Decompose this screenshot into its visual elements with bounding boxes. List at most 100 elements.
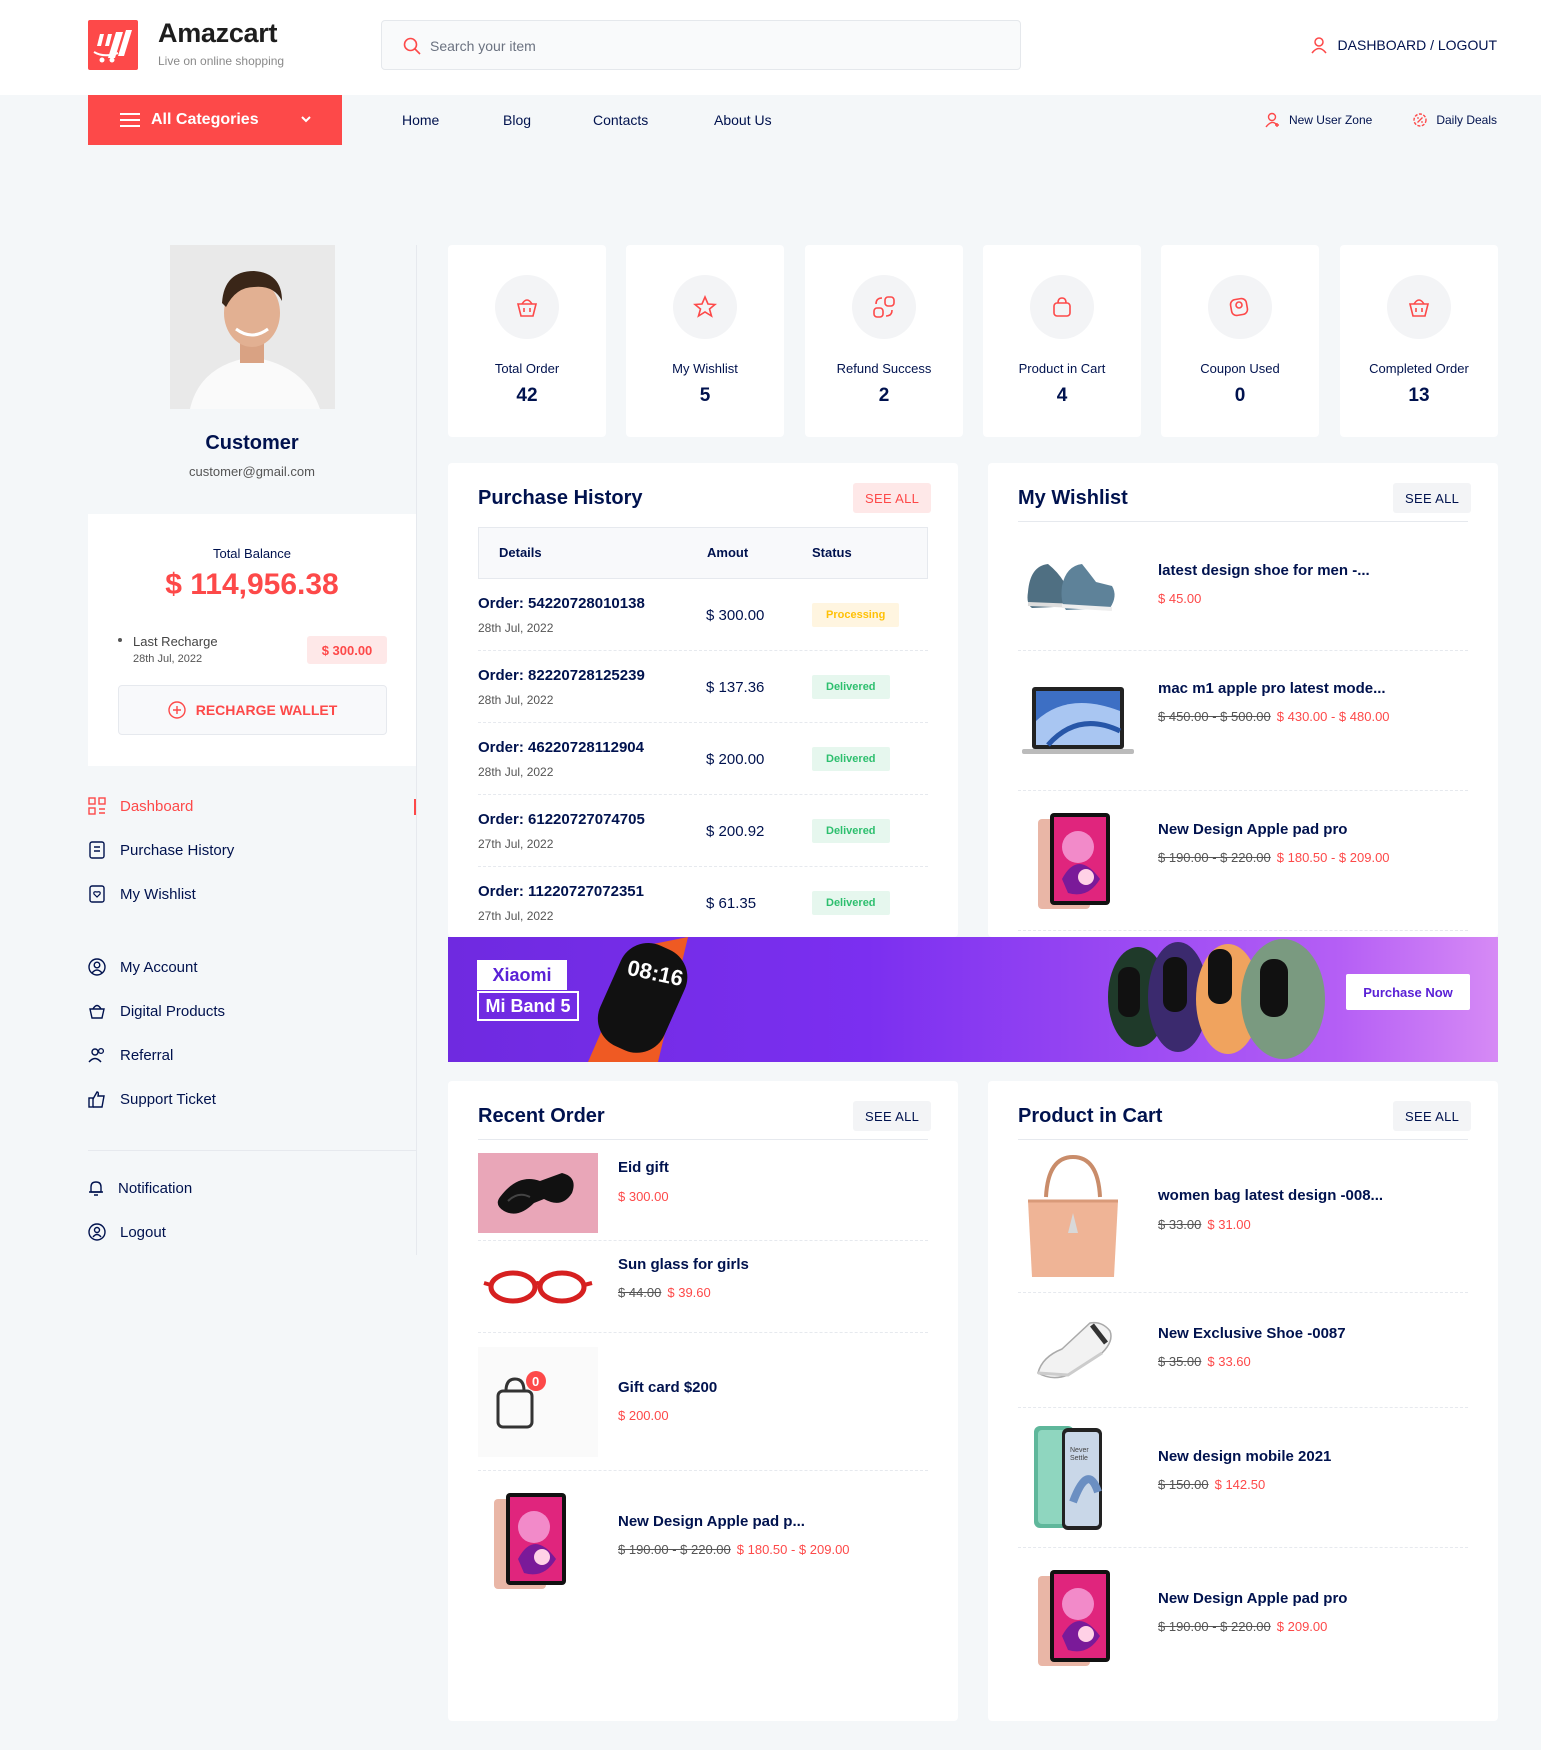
search-input[interactable]: [430, 33, 990, 59]
list-item[interactable]: New Design Apple pad pro $ 190.00 - $ 22…: [1018, 1548, 1468, 1688]
coupon-icon: [1208, 275, 1272, 339]
nav-home[interactable]: Home: [402, 95, 439, 145]
product-name[interactable]: Sun glass for girls: [618, 1256, 749, 1273]
price: $ 200.00: [618, 1408, 669, 1423]
product-price: $ 300.00: [618, 1189, 669, 1204]
see-all-button[interactable]: SEE ALL: [1393, 483, 1472, 513]
recharge-wallet-button[interactable]: RECHARGE WALLET: [118, 685, 387, 735]
nav-about-us[interactable]: About Us: [714, 95, 772, 145]
star-icon: [673, 275, 737, 339]
table-row[interactable]: Order: 11220727072351 27th Jul, 2022 $ 6…: [478, 867, 928, 939]
sidebar-item-label: My Wishlist: [120, 885, 196, 903]
nav-contacts[interactable]: Contacts: [593, 95, 648, 145]
list-item[interactable]: New Design Apple pad p... $ 190.00 - $ 2…: [478, 1471, 928, 1611]
product-name[interactable]: New Design Apple pad pro: [1158, 821, 1347, 838]
search-box[interactable]: [381, 20, 1021, 70]
product-thumbnail[interactable]: Never Settle: [1018, 1422, 1128, 1532]
order-amount: $ 300.00: [706, 607, 765, 624]
brand-logo[interactable]: [88, 20, 138, 70]
sidebar-item-referral[interactable]: Referral: [88, 1046, 173, 1064]
table-row[interactable]: Order: 54220728010138 28th Jul, 2022 $ 3…: [478, 579, 928, 651]
list-item[interactable]: Sun glass for girls $ 44.00 $ 39.60: [478, 1241, 928, 1333]
product-name[interactable]: mac m1 apple pro latest mode...: [1158, 680, 1386, 697]
product-name[interactable]: New Exclusive Shoe -0087: [1158, 1325, 1346, 1342]
old-price: $ 190.00 - $ 220.00: [618, 1542, 731, 1557]
sidebar-item-logout[interactable]: Logout: [88, 1223, 166, 1241]
product-thumbnail[interactable]: [478, 1251, 598, 1321]
product-name[interactable]: latest design shoe for men -...: [1158, 562, 1370, 579]
banner-title-line2: Mi Band 5: [477, 991, 579, 1021]
product-thumbnail[interactable]: [1018, 681, 1138, 761]
old-price: $ 35.00: [1158, 1354, 1202, 1369]
price: $ 45.00: [1158, 591, 1202, 606]
product-thumbnail[interactable]: [1018, 549, 1128, 625]
list-item[interactable]: mac m1 apple pro latest mode... $ 450.00…: [1018, 651, 1468, 791]
customer-name: Customer: [205, 432, 299, 454]
see-all-button[interactable]: SEE ALL: [853, 1101, 932, 1131]
panel-title: Product in Cart: [1018, 1105, 1163, 1127]
stat-value: 5: [699, 385, 711, 406]
stat-card-my-wishlist[interactable]: My Wishlist 5: [626, 245, 784, 437]
stat-card-refund-success[interactable]: Refund Success 2: [805, 245, 963, 437]
sidebar-item-dashboard[interactable]: Dashboard: [88, 797, 193, 815]
daily-deals-link[interactable]: Daily Deals: [1412, 112, 1497, 128]
table-row[interactable]: Order: 61220727074705 27th Jul, 2022 $ 2…: [478, 795, 928, 867]
product-thumbnail[interactable]: [478, 1153, 598, 1233]
new-user-zone-link[interactable]: New User Zone: [1265, 112, 1372, 128]
list-item[interactable]: Eid gift $ 300.00: [478, 1145, 928, 1241]
product-name[interactable]: Gift card $200: [618, 1379, 717, 1396]
product-thumbnail[interactable]: [1018, 809, 1138, 913]
sidebar-item-my-wishlist[interactable]: My Wishlist: [88, 885, 196, 903]
stat-card-product-in-cart[interactable]: Product in Cart 4: [983, 245, 1141, 437]
sidebar-item-support-ticket[interactable]: Support Ticket: [88, 1090, 216, 1108]
avatar[interactable]: [170, 245, 335, 409]
nav-blog[interactable]: Blog: [503, 95, 531, 145]
list-item[interactable]: women bag latest design -008... $ 33.00 $…: [1018, 1145, 1468, 1293]
product-name[interactable]: women bag latest design -008...: [1158, 1187, 1383, 1204]
stat-value: 42: [516, 385, 538, 406]
status-badge: Processing: [812, 603, 900, 627]
price: $ 430.00 - $ 480.00: [1276, 709, 1390, 724]
stat-label: Product in Cart: [1018, 361, 1106, 376]
product-thumbnail[interactable]: [478, 1489, 598, 1593]
dashboard-logout-link[interactable]: DASHBOARD / LOGOUT: [1310, 36, 1497, 54]
see-all-button[interactable]: SEE ALL: [853, 483, 932, 513]
product-thumbnail[interactable]: [1018, 1153, 1128, 1287]
brand-name[interactable]: Amazcart: [158, 18, 277, 49]
product-name[interactable]: New design mobile 2021: [1158, 1448, 1331, 1465]
basket-icon: [1387, 275, 1451, 339]
list-item[interactable]: New Exclusive Shoe -0087 $ 35.00 $ 33.60: [1018, 1293, 1468, 1408]
product-price: $ 33.00 $ 31.00: [1158, 1217, 1251, 1232]
list-item[interactable]: New Design Apple pad pro $ 190.00 - $ 22…: [1018, 791, 1468, 931]
promo-banner[interactable]: Xiaomi Mi Band 5 08:16 Purchase Now: [448, 937, 1498, 1062]
table-row[interactable]: Order: 82220728125239 28th Jul, 2022 $ 1…: [478, 651, 928, 723]
list-item[interactable]: Never Settle New design mobile 2021 $ 150…: [1018, 1408, 1468, 1548]
product-name[interactable]: New Design Apple pad pro: [1158, 1590, 1347, 1607]
list-item[interactable]: 0 Gift card $200 $ 200.00: [478, 1333, 928, 1471]
basket-icon: [495, 275, 559, 339]
list-item[interactable]: latest design shoe for men -... $ 45.00: [1018, 527, 1468, 651]
new-user-zone-label: New User Zone: [1288, 113, 1373, 127]
column-header: Status: [812, 545, 852, 560]
product-thumbnail[interactable]: [1018, 1566, 1138, 1670]
stat-card-total-order[interactable]: Total Order 42: [448, 245, 606, 437]
product-thumbnail[interactable]: 0: [478, 1347, 598, 1457]
purchase-now-button[interactable]: Purchase Now: [1346, 974, 1470, 1010]
search-icon[interactable]: [402, 36, 422, 56]
sidebar-item-digital-products[interactable]: Digital Products: [88, 1002, 225, 1020]
active-indicator: [414, 799, 416, 815]
order-date: 27th Jul, 2022: [478, 909, 554, 923]
sidebar-item-my-account[interactable]: My Account: [88, 958, 198, 976]
all-categories-button[interactable]: All Categories: [88, 95, 342, 145]
product-name[interactable]: New Design Apple pad p...: [618, 1513, 805, 1530]
sidebar-item-notification[interactable]: Notification: [88, 1179, 192, 1197]
stat-card-coupon-used[interactable]: Coupon Used 0: [1161, 245, 1319, 437]
table-row[interactable]: Order: 46220728112904 28th Jul, 2022 $ 2…: [478, 723, 928, 795]
product-thumbnail[interactable]: [1018, 1313, 1128, 1383]
deal-badge-icon: [1413, 113, 1428, 127]
stat-card-completed-order[interactable]: Completed Order 13: [1340, 245, 1498, 437]
see-all-button[interactable]: SEE ALL: [1393, 1101, 1472, 1131]
product-price: $ 190.00 - $ 220.00 $ 209.00: [1158, 1619, 1327, 1634]
sidebar-item-purchase-history[interactable]: Purchase History: [88, 841, 234, 859]
product-name[interactable]: Eid gift: [618, 1159, 669, 1176]
